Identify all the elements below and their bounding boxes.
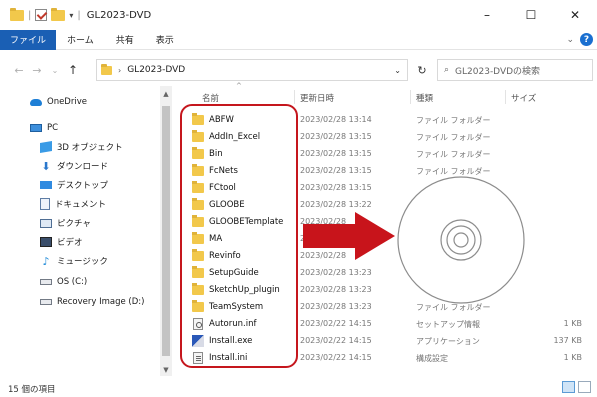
- file-date: 2023/02/22 14:15: [300, 336, 372, 345]
- recent-locations-icon[interactable]: ⌄: [46, 66, 64, 75]
- new-folder-icon[interactable]: [51, 7, 66, 21]
- file-size: 1 KB: [563, 319, 582, 328]
- navigation-bar: ← → ⌄ ↑ › GL2023-DVD ⌄ ↻ ⌕ GL2023-DVDの検索: [0, 55, 597, 85]
- help-icon[interactable]: ?: [580, 33, 593, 46]
- forward-arrow-icon[interactable]: →: [28, 64, 46, 77]
- quick-access-toolbar: | ▾ |: [0, 7, 81, 21]
- folder-icon: [10, 7, 24, 21]
- file-date: 2023/02/28 13:23: [300, 285, 372, 294]
- sidebar-item-videos[interactable]: ビデオ: [40, 234, 83, 250]
- sidebar-item-3d-objects[interactable]: 3D オブジェクト: [40, 139, 123, 155]
- file-type: 構成設定: [416, 354, 448, 363]
- cube-icon: [40, 140, 52, 154]
- tab-view[interactable]: 表示: [145, 30, 185, 50]
- sidebar-item-os-drive[interactable]: OS (C:): [40, 274, 87, 290]
- file-type: ファイル フォルダー: [416, 150, 491, 159]
- details-view-icon[interactable]: [562, 381, 575, 393]
- file-date: 2023/02/28 13:15: [300, 183, 372, 192]
- sidebar-item-pc[interactable]: PC: [30, 120, 58, 136]
- column-header-type[interactable]: 種類: [416, 92, 433, 104]
- dvd-disc-icon: [397, 176, 525, 304]
- window-title: GL2023-DVD: [86, 9, 152, 21]
- breadcrumb-chevron-icon[interactable]: ›: [118, 66, 121, 75]
- column-divider[interactable]: [294, 90, 295, 104]
- column-header-size[interactable]: サイズ: [511, 92, 536, 104]
- column-divider[interactable]: [410, 90, 411, 104]
- breadcrumb-current[interactable]: GL2023-DVD: [127, 65, 185, 75]
- tab-file[interactable]: ファイル: [0, 29, 57, 50]
- sidebar-item-documents[interactable]: ドキュメント: [40, 196, 106, 212]
- item-count: 15 個の項目: [8, 385, 56, 395]
- music-note-icon: ♪: [42, 254, 50, 268]
- column-header-name[interactable]: 名前: [202, 92, 219, 104]
- computer-icon: [30, 124, 42, 132]
- large-icons-view-icon[interactable]: [578, 381, 591, 393]
- sidebar-item-onedrive[interactable]: OneDrive: [30, 94, 87, 110]
- file-date: 2023/02/22 14:15: [300, 353, 372, 362]
- window-controls: – ☐ ✕: [465, 0, 597, 30]
- sidebar-item-pictures[interactable]: ピクチャ: [40, 215, 91, 231]
- folder-icon: [101, 63, 112, 75]
- file-date: 2023/02/28 13:23: [300, 268, 372, 277]
- search-icon: ⌕: [444, 65, 450, 75]
- back-arrow-icon[interactable]: ←: [10, 64, 28, 77]
- file-type: ファイル フォルダー: [416, 116, 491, 125]
- download-arrow-icon: ⬇: [41, 159, 51, 173]
- file-date: 2023/02/28 13:15: [300, 132, 372, 141]
- file-type: ファイル フォルダー: [416, 133, 491, 142]
- document-icon: [40, 198, 50, 210]
- file-date: 2023/02/22 14:15: [300, 319, 372, 328]
- toolbar-separator: |: [28, 9, 32, 21]
- file-size: 1 KB: [563, 353, 582, 362]
- drive-icon: [40, 299, 52, 305]
- refresh-icon[interactable]: ↻: [410, 59, 434, 81]
- scroll-down-icon[interactable]: ▼: [160, 366, 172, 374]
- status-bar: 15 個の項目: [0, 377, 597, 397]
- toolbar-separator: |: [77, 9, 81, 21]
- sidebar-item-desktop[interactable]: デスクトップ: [40, 177, 108, 193]
- column-divider[interactable]: [505, 90, 506, 104]
- cloud-icon: [30, 98, 42, 106]
- address-dropdown-icon[interactable]: ⌄: [394, 66, 401, 75]
- file-date: 2023/02/28 13:14: [300, 115, 372, 124]
- properties-check-icon[interactable]: [35, 9, 48, 21]
- file-date: 2023/02/28 13:15: [300, 166, 372, 175]
- file-date: 2023/02/28 13:23: [300, 302, 372, 311]
- highlight-frame: [180, 104, 298, 368]
- ribbon-right-controls: ⌄ ?: [566, 33, 593, 46]
- minimize-button[interactable]: –: [465, 0, 509, 30]
- sidebar-item-music[interactable]: ♪ ミュージック: [40, 253, 107, 269]
- up-arrow-icon[interactable]: ↑: [64, 63, 82, 77]
- customize-toolbar-icon[interactable]: ▾: [69, 11, 73, 20]
- video-icon: [40, 237, 52, 247]
- picture-icon: [40, 218, 52, 228]
- address-bar[interactable]: › GL2023-DVD ⌄: [96, 59, 408, 81]
- file-type: セットアップ情報: [416, 320, 480, 329]
- sidebar-scrollbar-thumb[interactable]: [162, 106, 170, 356]
- file-size: 137 KB: [553, 336, 582, 345]
- view-switcher: [562, 381, 591, 393]
- close-button[interactable]: ✕: [553, 0, 597, 30]
- maximize-button[interactable]: ☐: [509, 0, 553, 30]
- title-bar: | ▾ | GL2023-DVD – ☐ ✕: [0, 0, 597, 30]
- drive-icon: [40, 279, 52, 285]
- sidebar-item-recovery-drive[interactable]: Recovery Image (D:): [40, 294, 144, 310]
- file-date: 2023/02/28 13:22: [300, 200, 372, 209]
- navigation-pane: OneDrive PC 3D オブジェクト ⬇ ダウンロード デスクトップ ドキ…: [0, 86, 172, 376]
- search-placeholder: GL2023-DVDの検索: [455, 66, 541, 77]
- desktop-icon: [40, 181, 52, 189]
- expand-ribbon-icon[interactable]: ⌄: [566, 35, 574, 45]
- tab-share[interactable]: 共有: [105, 30, 145, 50]
- scroll-up-icon[interactable]: ▲: [160, 90, 172, 98]
- ribbon-tabs: ファイル ホーム 共有 表示 ⌄ ?: [0, 29, 597, 50]
- search-box[interactable]: ⌕ GL2023-DVDの検索: [437, 59, 593, 81]
- file-type: アプリケーション: [416, 337, 480, 346]
- red-arrow-icon: [303, 212, 395, 260]
- file-date: 2023/02/28 13:15: [300, 149, 372, 158]
- tab-home[interactable]: ホーム: [56, 30, 105, 50]
- sidebar-item-downloads[interactable]: ⬇ ダウンロード: [40, 158, 108, 174]
- column-header-date[interactable]: 更新日時: [300, 92, 334, 104]
